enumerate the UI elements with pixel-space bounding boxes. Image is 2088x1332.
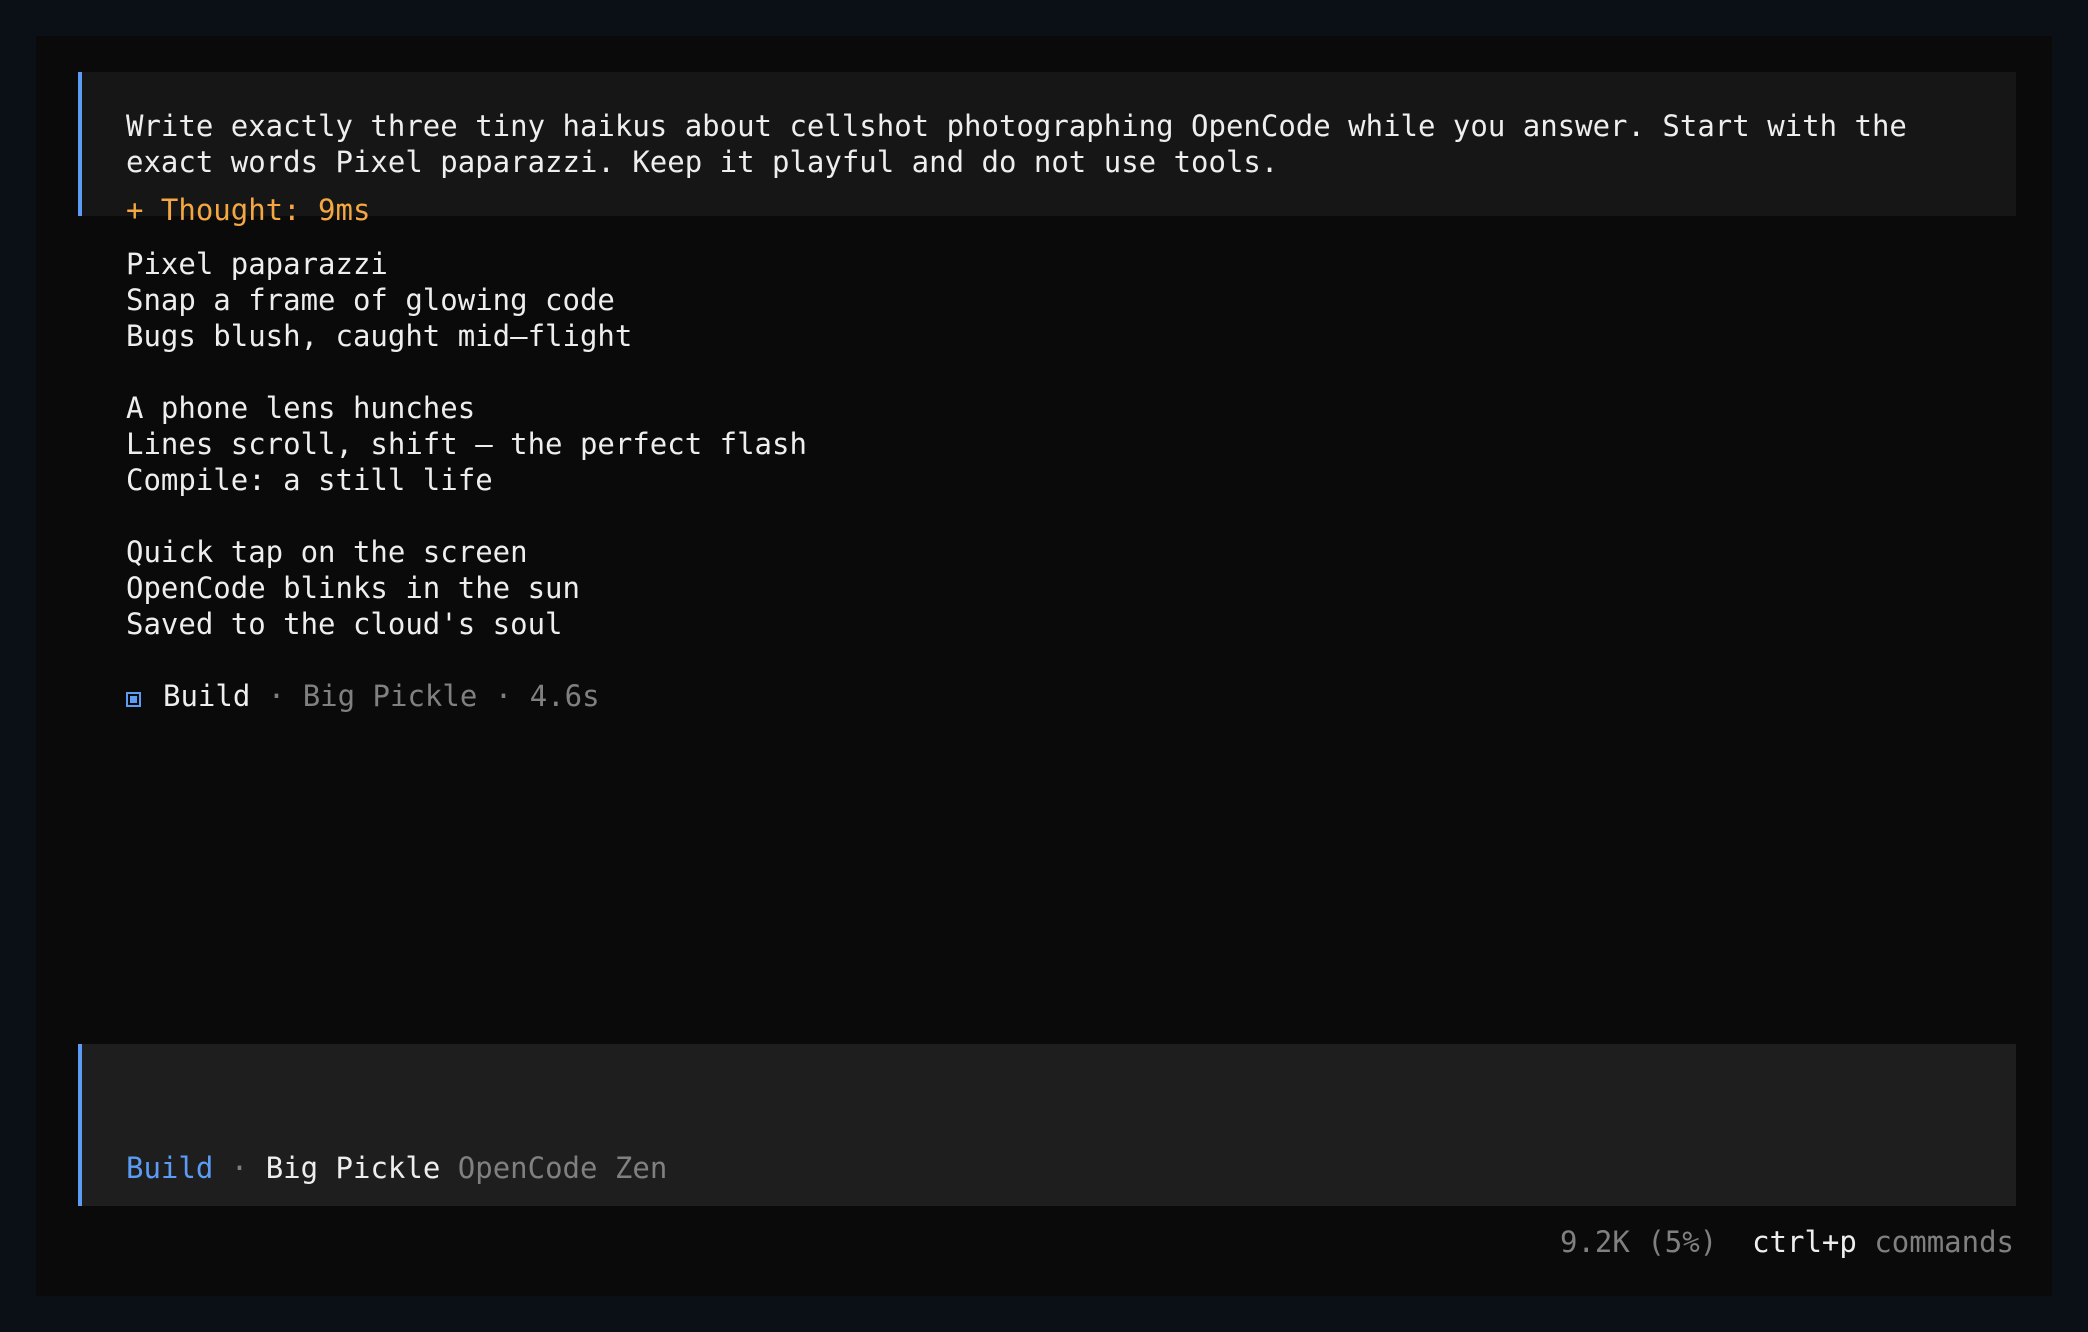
status-separator-2: · <box>477 679 530 713</box>
haiku-3-line-3: Saved to the cloud's soul <box>126 607 563 641</box>
haiku-2-line-2: Lines scroll, shift — the perfect flash <box>126 427 807 461</box>
haiku-2-line-1: A phone lens hunches <box>126 391 476 425</box>
haiku-3-line-1: Quick tap on the screen <box>126 535 528 569</box>
token-usage: 9.2K (5%) <box>1560 1225 1718 1259</box>
footer-bar: 9.2K (5%) ctrl+p commands <box>1560 1224 2014 1260</box>
window-frame: Write exactly three tiny haikus about ce… <box>0 0 2088 1332</box>
haiku-1-line-3: Bugs blush, caught mid–flight <box>126 319 633 353</box>
haiku-2-line-3: Compile: a still life <box>126 463 493 497</box>
commands-label: commands <box>1874 1225 2014 1259</box>
commands-shortcut[interactable]: ctrl+p <box>1752 1225 1857 1259</box>
status-model: Big Pickle <box>302 679 478 713</box>
input-model[interactable]: Big Pickle <box>266 1151 441 1185</box>
status-separator-1: · <box>250 679 303 713</box>
user-prompt-text: Write exactly three tiny haikus about ce… <box>126 109 1925 179</box>
input-provider: OpenCode Zen <box>457 1151 668 1185</box>
input-agent-info: Build · Big Pickle OpenCode Zen <box>126 1150 667 1186</box>
status-agent: Build <box>163 679 251 713</box>
haiku-3-line-2: OpenCode blinks in the sun <box>126 571 580 605</box>
input-separator: · <box>213 1151 266 1185</box>
input-agent[interactable]: Build <box>126 1151 213 1185</box>
response-status: Build · Big Pickle · 4.6s <box>126 678 600 714</box>
status-duration: 4.6s <box>529 679 600 713</box>
build-square-icon <box>126 692 141 707</box>
terminal: Write exactly three tiny haikus about ce… <box>36 36 2052 1296</box>
haiku-1-line-2: Snap a frame of glowing code <box>126 283 615 317</box>
prompt-input[interactable]: Build · Big Pickle OpenCode Zen <box>78 1044 2016 1206</box>
haiku-1-line-1: Pixel paparazzi <box>126 247 388 281</box>
thought-toggle[interactable]: + Thought: 9ms <box>126 192 370 228</box>
